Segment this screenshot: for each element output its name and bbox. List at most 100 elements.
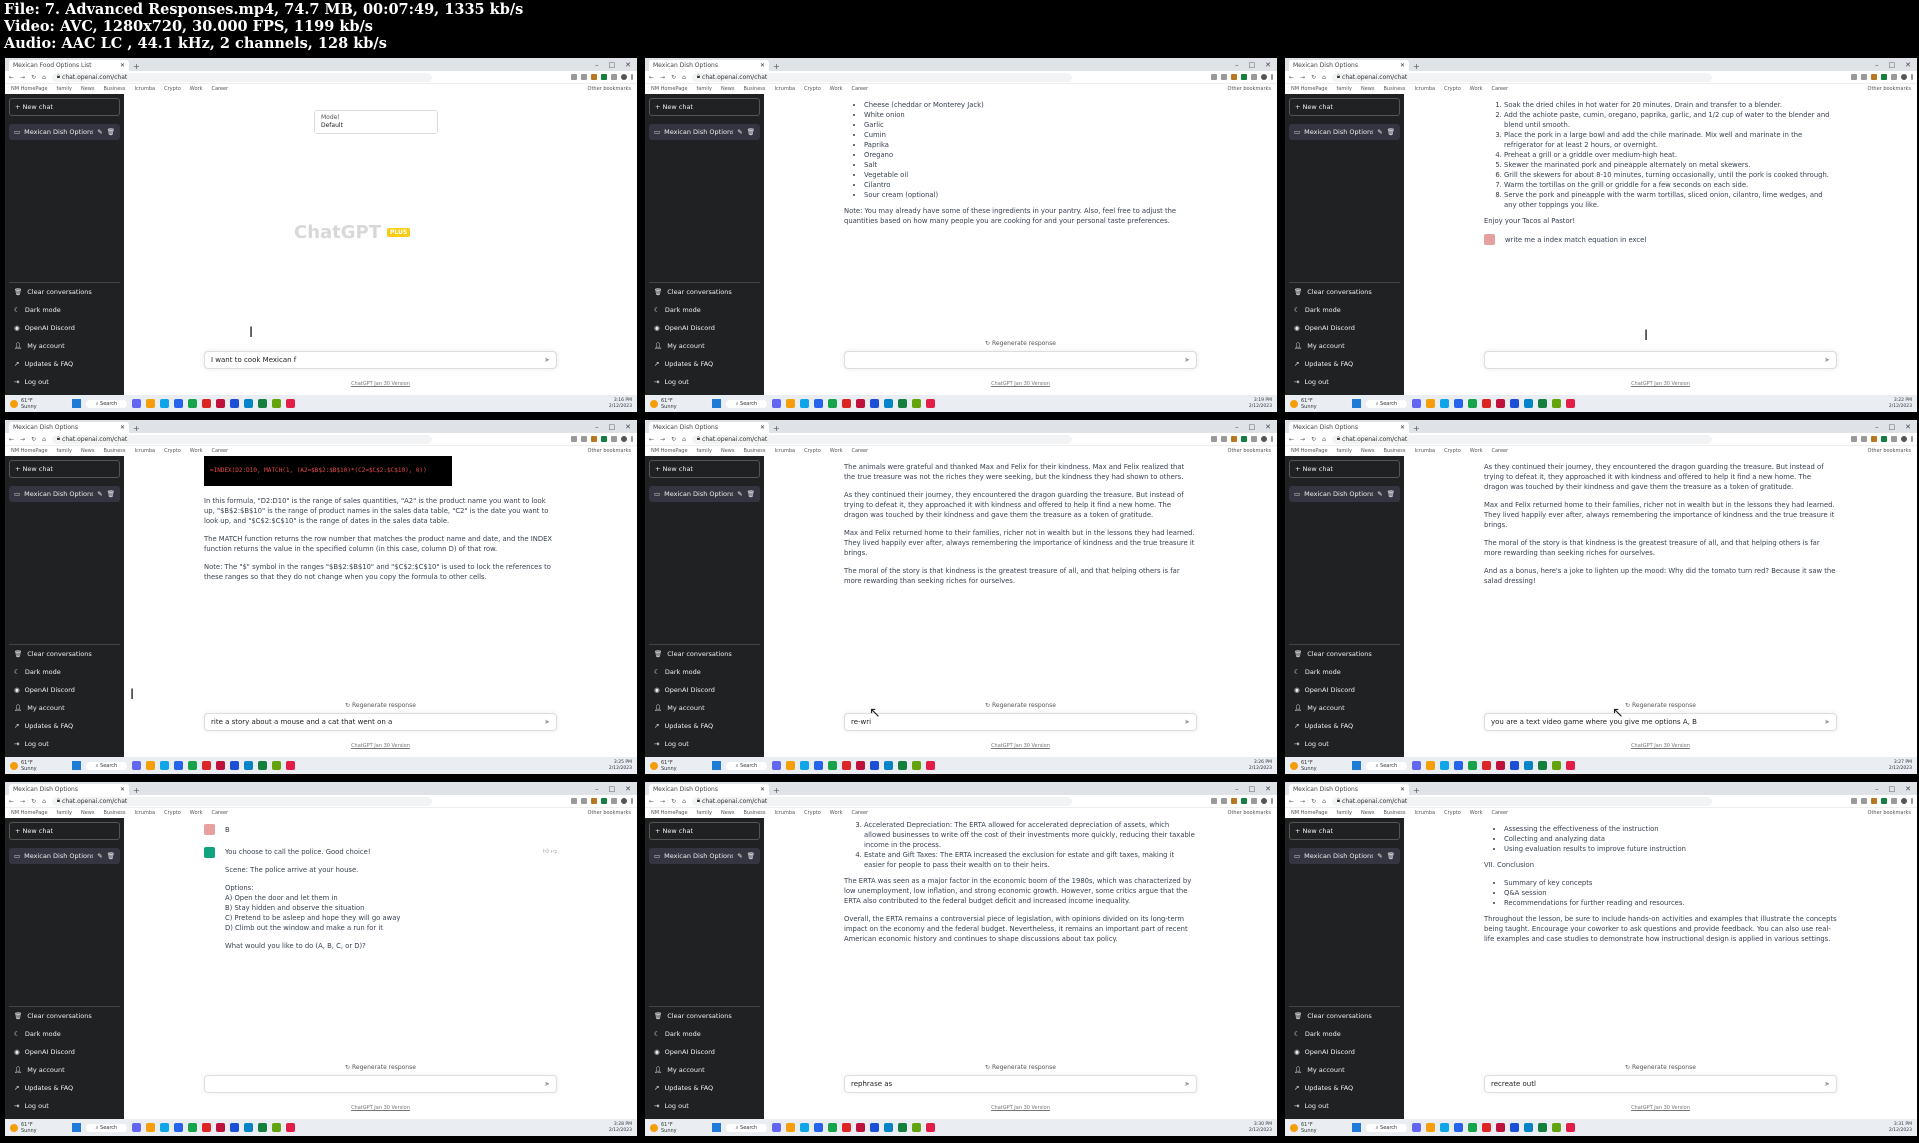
app-icon[interactable] [1552,399,1562,408]
home-icon[interactable]: ⌂ [42,798,46,805]
app-icon[interactable] [898,761,908,770]
sidebar-item-my-account[interactable]: 👤︎ My account [649,699,760,717]
app-icon[interactable] [1552,1123,1562,1132]
forward-icon[interactable]: → [660,74,665,81]
taskbar-search[interactable]: ⌕ Search [725,1123,768,1132]
new-tab-button[interactable]: + [773,786,780,795]
extension-icon[interactable] [1871,436,1877,442]
new-chat-button[interactable]: + New chat [9,460,120,478]
sidebar-item-conversation[interactable]: ▭ Mexican Dish Options ✎ 🗑︎ [9,848,120,864]
bookmark-item[interactable]: Business [1383,86,1405,92]
sidebar-item-clear-conversations[interactable]: 🗑︎ Clear conversations [649,1006,760,1025]
app-icon[interactable] [912,761,922,770]
app-icon[interactable] [1440,1123,1450,1132]
bookmark-item[interactable]: Career [211,448,228,454]
home-icon[interactable]: ⌂ [682,798,686,805]
trash-icon[interactable]: 🗑︎ [747,128,755,136]
bookmark-item[interactable]: Career [1491,448,1508,454]
home-icon[interactable]: ⌂ [1322,74,1326,81]
app-icon[interactable] [926,1123,936,1132]
taskbar-clock[interactable]: 3:25 PM 2/12/2023 [609,760,632,772]
sidebar-item-clear-conversations[interactable]: 🗑︎ Clear conversations [1289,644,1400,663]
app-icon[interactable] [1454,399,1464,408]
windows-start-icon[interactable] [1351,761,1361,770]
app-icon[interactable] [230,1123,240,1132]
bookmark-item[interactable]: NM HomePage [11,448,48,454]
home-icon[interactable]: ⌂ [682,436,686,443]
bookmark-item[interactable]: family [1337,86,1352,92]
extension-icon[interactable] [1881,798,1887,804]
close-icon[interactable]: ✕ [120,786,125,793]
bookmark-item[interactable]: Career [211,86,228,92]
maximize-icon[interactable]: □ [609,61,616,69]
version-footer-link[interactable]: ChatGPT Jan 30 Version [124,743,637,749]
model-select[interactable]: Model Default [314,110,438,134]
app-icon[interactable] [188,761,198,770]
back-icon[interactable]: ← [9,436,14,443]
sidebar-item-clear-conversations[interactable]: 🗑︎ Clear conversations [649,282,760,301]
forward-icon[interactable]: → [20,436,25,443]
app-icon[interactable] [1566,1123,1576,1132]
extension-icon[interactable] [1891,74,1897,80]
back-icon[interactable]: ← [9,798,14,805]
prompt-input[interactable]: re-wri ➤ [844,713,1197,731]
reload-icon[interactable]: ↻ [31,74,36,81]
extension-icon[interactable] [1231,436,1237,442]
bookmark-item[interactable]: family [697,810,712,816]
prompt-input[interactable]: I want to cook Mexican f ➤ [204,351,557,369]
app-icon[interactable] [146,1123,156,1132]
app-icon[interactable] [174,761,184,770]
bookmark-item[interactable]: Crypto [804,448,821,454]
bookmark-item[interactable]: family [1337,810,1352,816]
close-window-icon[interactable]: ✕ [1905,61,1911,69]
app-icon[interactable] [842,1123,852,1132]
app-icon[interactable] [216,761,226,770]
app-icon[interactable] [870,761,880,770]
bookmark-item[interactable]: Work [190,86,203,92]
taskbar-search[interactable]: ⌕ Search [725,761,768,770]
sidebar-item-clear-conversations[interactable]: 🗑︎ Clear conversations [9,644,120,663]
taskbar-clock[interactable]: 3:27 PM 2/12/2023 [1889,760,1912,772]
bookmark-item[interactable]: News [81,448,95,454]
extension-icon[interactable] [1891,436,1897,442]
trash-icon[interactable]: 🗑︎ [107,128,115,136]
app-icon[interactable] [856,761,866,770]
forward-icon[interactable]: → [660,798,665,805]
regenerate-button[interactable]: ↻ Regenerate response [124,702,637,709]
url-field[interactable]: 🔒︎ chat.openai.com/chat [51,796,432,806]
sidebar-item-conversation[interactable]: ▭ Mexican Dish Options ✎ 🗑︎ [1289,848,1400,864]
version-footer-link[interactable]: ChatGPT Jan 30 Version [1404,381,1917,387]
app-icon[interactable] [1510,761,1520,770]
sidebar-item-clear-conversations[interactable]: 🗑︎ Clear conversations [9,282,120,301]
sidebar-item-conversation[interactable]: ▭ Mexican Dish Options ✎ 🗑︎ [649,486,760,502]
app-icon[interactable] [146,399,156,408]
extension-icon[interactable] [1881,436,1887,442]
taskbar-search[interactable]: ⌕ Search [1365,399,1408,408]
profile-icon[interactable] [1261,436,1267,442]
minimize-icon[interactable]: – [1235,61,1239,69]
new-tab-button[interactable]: + [133,424,140,433]
reload-icon[interactable]: ↻ [31,798,36,805]
profile-icon[interactable] [1901,74,1907,80]
app-icon[interactable] [926,399,936,408]
close-window-icon[interactable]: ✕ [1265,423,1271,431]
app-icon[interactable] [216,1123,226,1132]
reload-icon[interactable]: ↻ [1311,798,1316,805]
prompt-input[interactable]: ➤ [1484,351,1837,369]
taskbar-clock[interactable]: 3:19 PM 2/12/2023 [1249,398,1272,410]
other-bookmarks[interactable]: Other bookmarks [1868,86,1911,92]
sidebar-item-conversation[interactable]: ▭ Mexican Dish Options ✎ 🗑︎ [649,848,760,864]
extension-icon[interactable] [1231,798,1237,804]
other-bookmarks[interactable]: Other bookmarks [1228,810,1271,816]
sidebar-item-conversation[interactable]: ▭ Mexican Dish Options ✎ 🗑︎ [1289,124,1400,140]
sidebar-item-openai-discord[interactable]: ◉ OpenAI Discord [649,319,760,337]
close-window-icon[interactable]: ✕ [1905,423,1911,431]
new-tab-button[interactable]: + [1413,786,1420,795]
version-footer-link[interactable]: ChatGPT Jan 30 Version [1404,1105,1917,1111]
extension-icon[interactable] [611,74,617,80]
app-icon[interactable] [856,399,866,408]
app-icon[interactable] [202,761,212,770]
windows-start-icon[interactable] [1351,1123,1361,1132]
app-icon[interactable] [202,399,212,408]
forward-icon[interactable]: → [660,436,665,443]
